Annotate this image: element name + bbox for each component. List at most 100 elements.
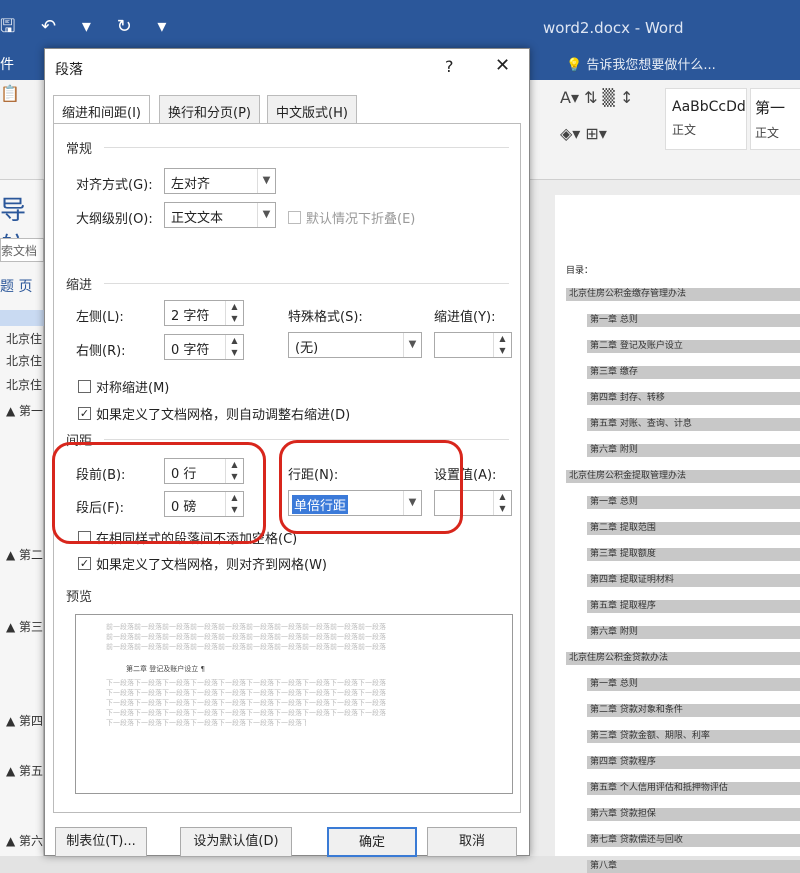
toc-entry[interactable]: 第四章 提取证明材料 — [587, 574, 800, 587]
toc-heading[interactable]: 北京住房公积金贷款办法 — [566, 652, 800, 665]
toc-entry[interactable]: 第二章 提取范围 — [587, 522, 800, 535]
nav-heading[interactable]: ▲ 第二 — [6, 546, 43, 563]
snap-to-grid-label: 如果定义了文档网格，则对齐到网格(W) — [96, 558, 327, 573]
indent-by-spinner[interactable]: ▲ ▼ — [434, 332, 512, 358]
set-default-button[interactable]: 设为默认值(D) — [180, 827, 292, 857]
spin-down-icon[interactable]: ▼ — [225, 313, 243, 325]
mirror-indent-checkbox[interactable]: 对称缩进(M) — [78, 377, 169, 396]
auto-adjust-checkbox[interactable]: ✓ 如果定义了文档网格，则自动调整右缩进(D) — [78, 404, 350, 423]
nav-tabs[interactable]: 题 页 — [0, 276, 32, 296]
section-general: 常规 — [66, 142, 93, 157]
nav-item[interactable]: 北京住 — [6, 376, 42, 393]
chevron-down-icon: ▼ — [257, 169, 275, 193]
toc-entry[interactable]: 第七章 贷款偿还与回收 — [587, 834, 800, 847]
toc-entry[interactable]: 第三章 缴存 — [587, 366, 800, 379]
toc-entry[interactable]: 第五章 提取程序 — [587, 600, 800, 613]
chevron-down-icon: ▼ — [257, 203, 275, 227]
toc-entry[interactable]: 第五章 对账、查询、计息 — [587, 418, 800, 431]
navigation-pane: 导航 索文档 题 页 北京住 北京住 北京住 ▲ 第一 ▲ 第二 ▲ 第三 ▲ … — [0, 180, 44, 856]
close-button[interactable]: ✕ — [495, 55, 510, 76]
style-heading1-label: 正文 — [755, 126, 780, 140]
nav-heading[interactable]: ▲ 第四 — [6, 712, 43, 729]
toc-heading[interactable]: 北京住房公积金提取管理办法 — [566, 470, 800, 483]
shading-icon[interactable]: ◈▾ ⊞▾ — [560, 124, 607, 143]
quick-access-toolbar[interactable]: 🖫 ↶ ▾ ↻ ▾ — [0, 14, 176, 44]
alignment-value: 左对齐 — [171, 177, 211, 192]
spin-up-icon[interactable]: ▲ — [225, 335, 243, 347]
indent-right-label: 右侧(R): — [76, 344, 126, 359]
preview-next-text: 下一段落下一段落下一段落下一段落下一段落下一段落下一段落下一段落下一段落下一段落 — [106, 679, 386, 687]
toc-entry[interactable]: 第二章 登记及账户设立 — [587, 340, 800, 353]
indent-right-value: 0 字符 — [171, 343, 210, 358]
toc-entry[interactable]: 第一章 总则 — [587, 678, 800, 691]
toc-entry[interactable]: 第一章 总则 — [587, 496, 800, 509]
tab-asian-typography[interactable]: 中文版式(H) — [267, 95, 357, 123]
indent-right-spinner[interactable]: 0 字符 ▲ ▼ — [164, 334, 244, 360]
special-indent-value: (无) — [295, 341, 319, 356]
tab-line-page-breaks[interactable]: 换行和分页(P) — [159, 95, 260, 123]
spin-down-icon[interactable]: ▼ — [225, 347, 243, 359]
nav-item[interactable]: 北京住 — [6, 330, 42, 347]
ok-button[interactable]: 确定 — [327, 827, 417, 857]
style-normal[interactable]: AaBbCcDd 正文 — [665, 88, 747, 150]
toc-entry[interactable]: 第八章 — [587, 860, 800, 873]
collapse-checkbox[interactable]: 默认情况下折叠(E) — [288, 208, 415, 227]
special-indent-label: 特殊格式(S): — [288, 310, 363, 325]
tell-me-text: 告诉我您想要做什么... — [586, 58, 716, 73]
outline-level-label: 大纲级别(O): — [76, 212, 153, 227]
toc-entry[interactable]: 第一章 总则 — [587, 314, 800, 327]
spin-up-icon[interactable]: ▲ — [493, 491, 511, 503]
spin-up-icon[interactable]: ▲ — [225, 301, 243, 313]
section-preview: 预览 — [66, 590, 93, 605]
mirror-indent-label: 对称缩进(M) — [96, 381, 170, 396]
indent-by-label: 缩进值(Y): — [434, 310, 496, 325]
special-indent-select[interactable]: (无) ▼ — [288, 332, 422, 358]
nav-heading[interactable]: ▲ 第五 — [6, 762, 43, 779]
title-bar: 🖫 ↶ ▾ ↻ ▾ word2.docx - Word — [0, 0, 800, 48]
auto-adjust-label: 如果定义了文档网格，则自动调整右缩进(D) — [96, 408, 351, 423]
window-title: word2.docx - Word — [543, 19, 684, 37]
toc-entry[interactable]: 第五章 个人信用评估和抵押物评估 — [587, 782, 800, 795]
nav-search-input[interactable]: 索文档 — [0, 238, 44, 262]
toc-label: 目录： — [566, 266, 594, 276]
help-button[interactable]: ? — [445, 57, 454, 76]
toc-entry[interactable]: 第四章 封存、转移 — [587, 392, 800, 405]
toc-heading[interactable]: 北京住房公积金缴存管理办法 — [566, 288, 800, 301]
toc-entry[interactable]: 第二章 贷款对象和条件 — [587, 704, 800, 717]
preview-prev-text: 前一段落前一段落前一段落前一段落前一段落前一段落前一段落前一段落前一段落前一段落 — [106, 643, 386, 651]
indent-left-spinner[interactable]: 2 字符 ▲ ▼ — [164, 300, 244, 326]
alignment-label: 对齐方式(G): — [76, 178, 153, 193]
preview-sample: 第二章 登记及账户设立 ¶ — [126, 665, 205, 673]
text-effects-icon[interactable]: A▾ ⇅ ▒ ↕ — [560, 88, 633, 107]
toc-entry[interactable]: 第三章 贷款金额、期限、利率 — [587, 730, 800, 743]
toc-entry[interactable]: 第四章 贷款程序 — [587, 756, 800, 769]
annotation-spacing-before-after — [52, 442, 266, 544]
tell-me-box[interactable]: 💡 告诉我您想要做什么... — [566, 54, 716, 73]
paste-icon[interactable]: 📋 — [0, 84, 20, 103]
style-heading1[interactable]: 第一 正文 — [750, 88, 800, 150]
nav-selected-row[interactable] — [0, 310, 44, 326]
check-icon: ✓ — [78, 407, 91, 420]
outline-level-value: 正文文本 — [171, 211, 224, 226]
outline-level-select[interactable]: 正文文本 ▼ — [164, 202, 276, 228]
snap-to-grid-checkbox[interactable]: ✓ 如果定义了文档网格，则对齐到网格(W) — [78, 554, 327, 573]
style-heading1-sample: 第一 — [755, 99, 786, 117]
toc-entry[interactable]: 第六章 附则 — [587, 444, 800, 457]
preview-prev-text: 前一段落前一段落前一段落前一段落前一段落前一段落前一段落前一段落前一段落前一段落 — [106, 623, 386, 631]
nav-heading[interactable]: ▲ 第六 — [6, 832, 43, 849]
nav-heading[interactable]: ▲ 第三 — [6, 618, 43, 635]
cancel-button[interactable]: 取消 — [427, 827, 517, 857]
spin-down-icon[interactable]: ▼ — [493, 345, 511, 357]
alignment-select[interactable]: 左对齐 ▼ — [164, 168, 276, 194]
toc-entry[interactable]: 第六章 贷款担保 — [587, 808, 800, 821]
tab-file[interactable]: 件 — [0, 54, 14, 74]
nav-item[interactable]: 北京住 — [6, 352, 42, 369]
toc-entry[interactable]: 第六章 附则 — [587, 626, 800, 639]
tabs-button[interactable]: 制表位(T)... — [55, 827, 147, 857]
spin-up-icon[interactable]: ▲ — [493, 333, 511, 345]
spin-down-icon[interactable]: ▼ — [493, 503, 511, 515]
style-normal-sample: AaBbCcDd — [672, 99, 746, 115]
tab-indent-spacing[interactable]: 缩进和间距(I) — [53, 95, 150, 125]
toc-entry[interactable]: 第三章 提取额度 — [587, 548, 800, 561]
nav-heading[interactable]: ▲ 第一 — [6, 402, 43, 419]
